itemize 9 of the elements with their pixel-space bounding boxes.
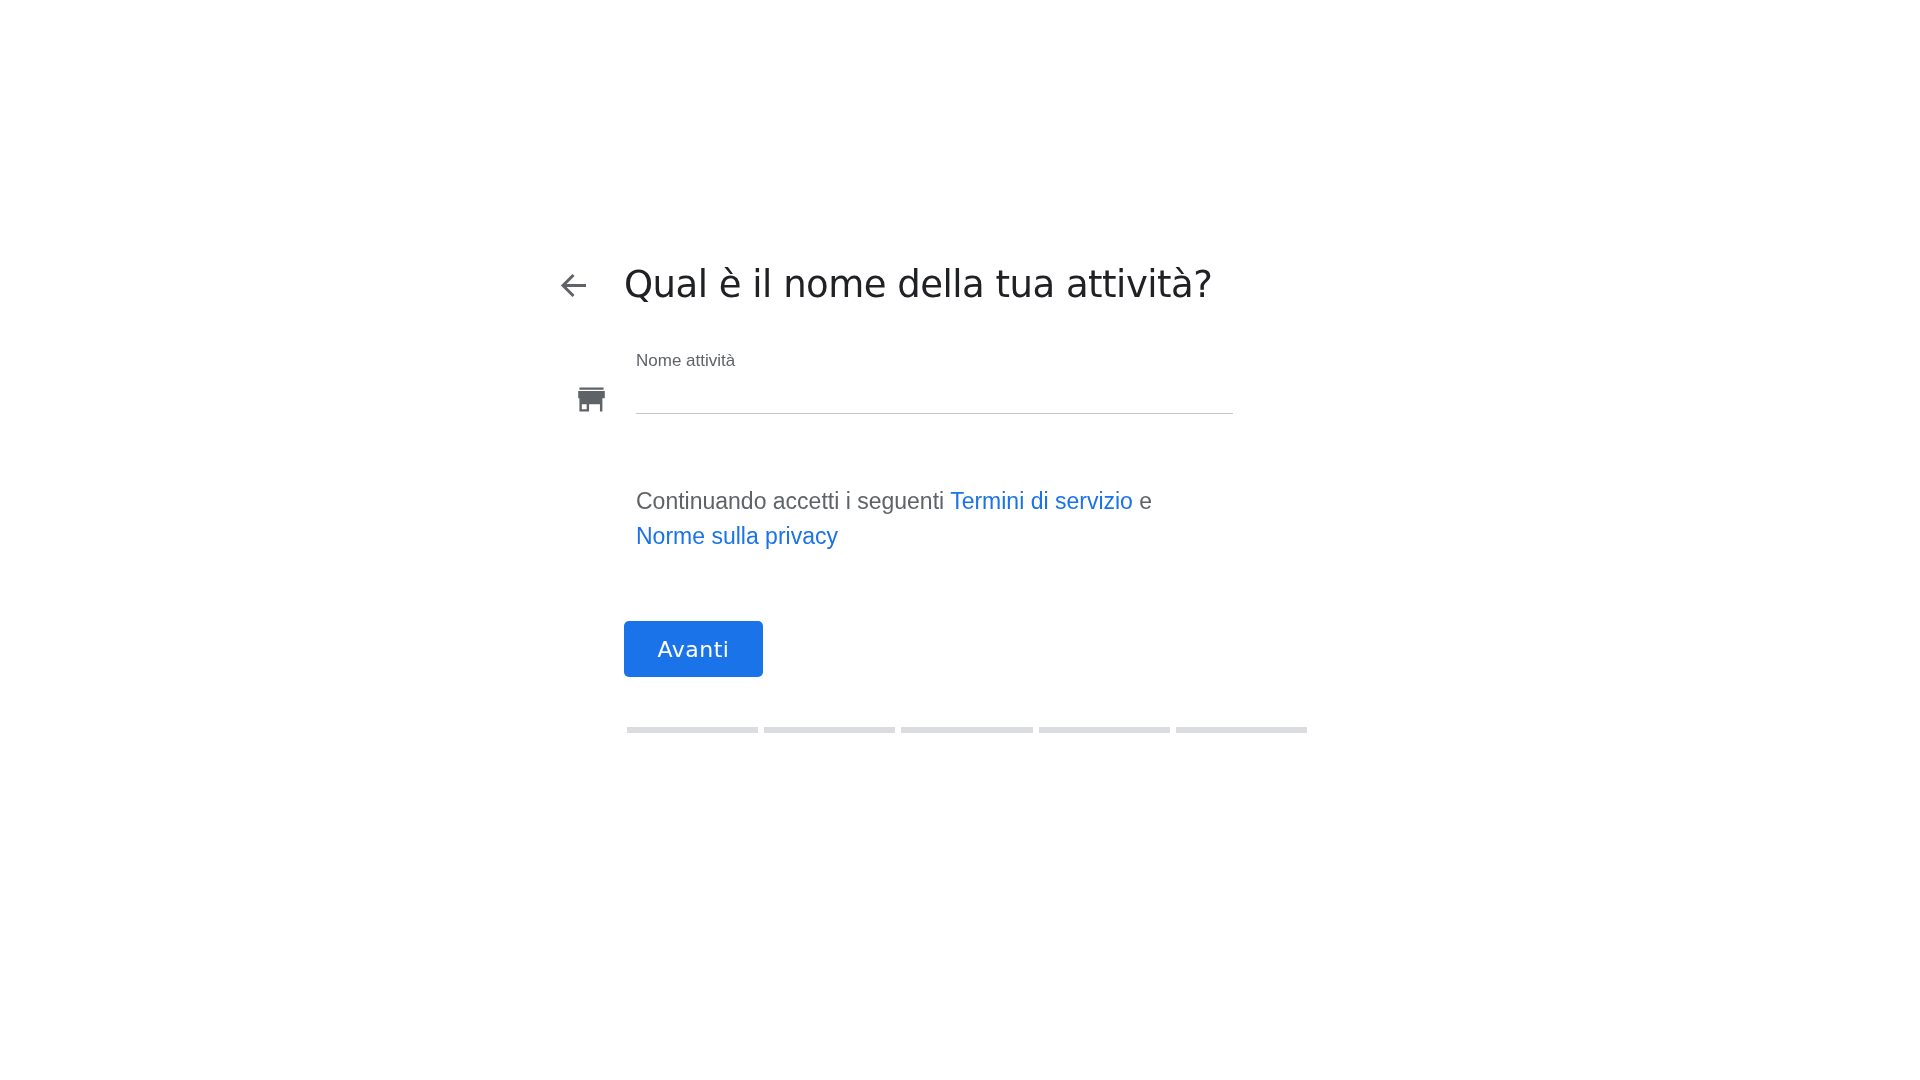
store-icon bbox=[577, 385, 606, 414]
back-arrow-icon bbox=[560, 272, 587, 298]
privacy-link[interactable]: Norme sulla privacy bbox=[636, 523, 838, 549]
terms-text: Continuando accetti i seguenti Termini di servizio e Norme sulla privacy bbox=[636, 487, 1154, 551]
terms-link[interactable]: Termini di servizio bbox=[950, 488, 1133, 514]
next-button[interactable]: Avanti bbox=[624, 621, 763, 677]
page-title: Qual è il nome della tua attività? bbox=[624, 262, 1213, 308]
field-label: Nome attività bbox=[636, 350, 736, 372]
business-name-field[interactable]: Nome attività bbox=[636, 348, 1233, 414]
